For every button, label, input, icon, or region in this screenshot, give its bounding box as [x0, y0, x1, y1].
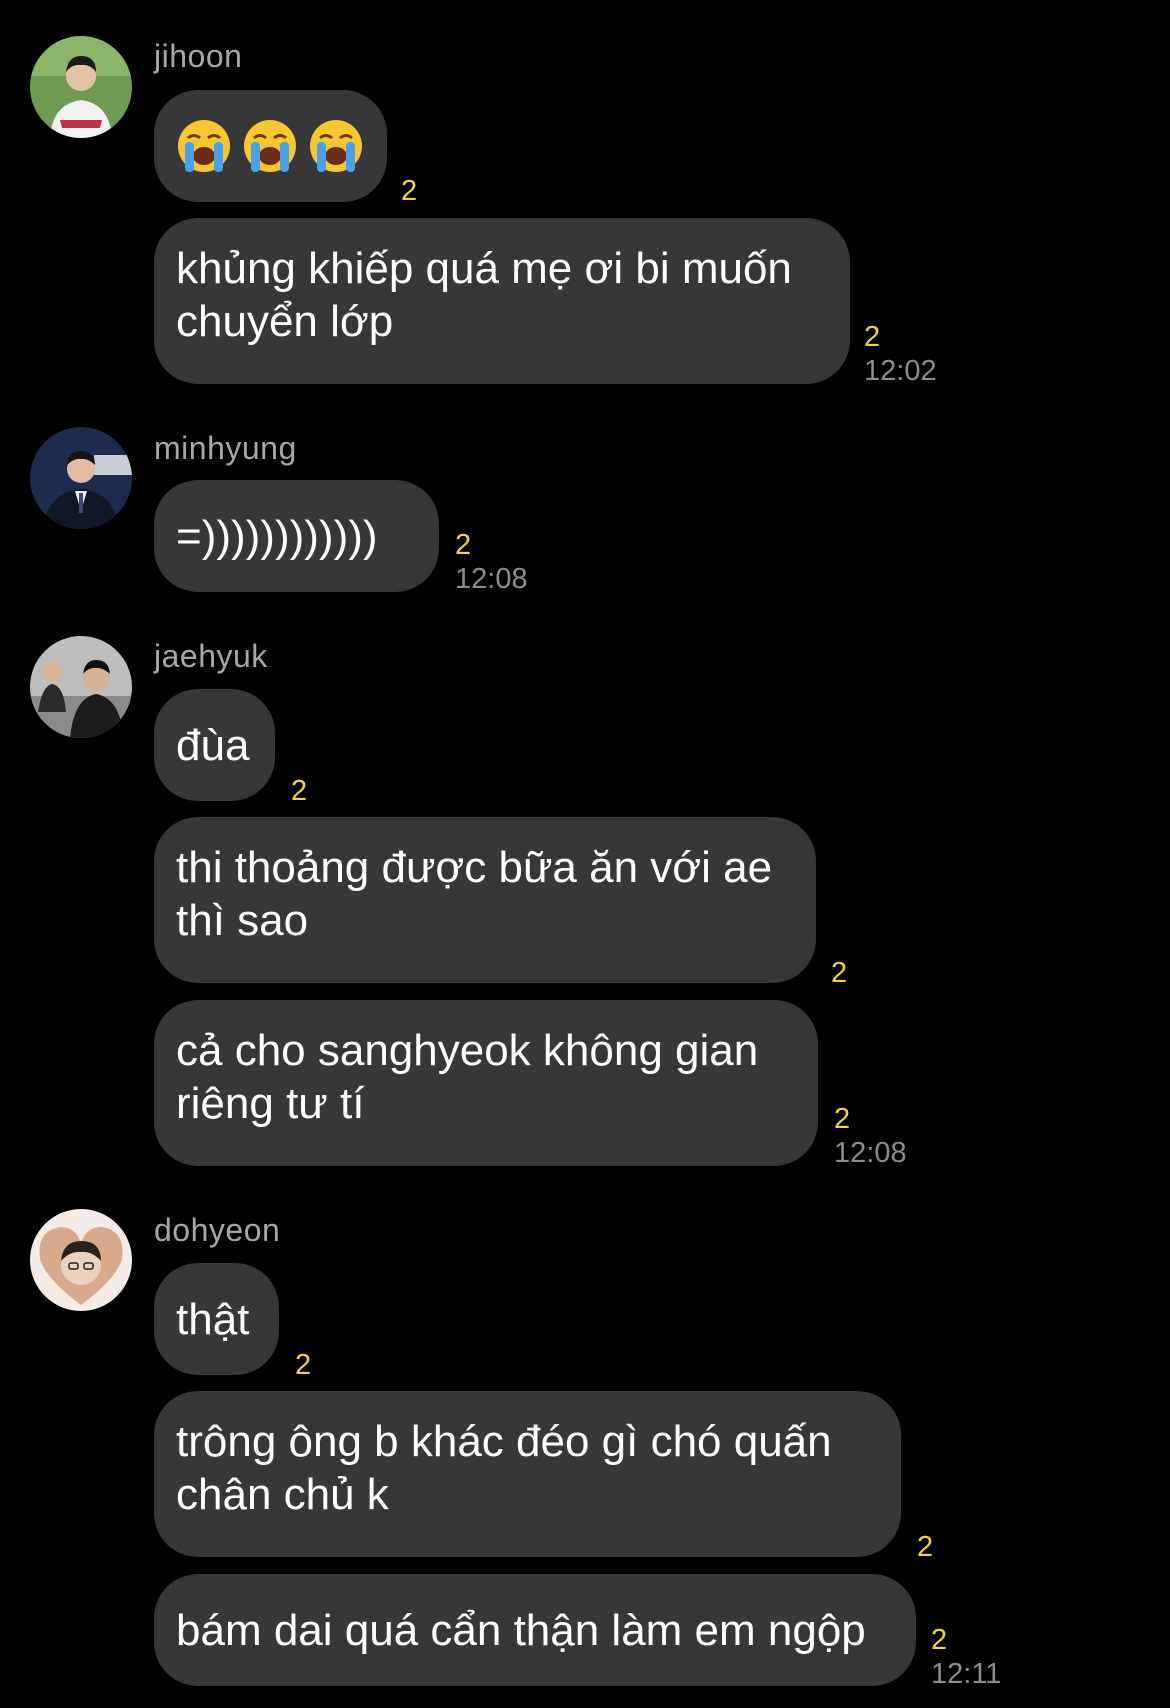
message-meta: 2 — [401, 174, 417, 208]
timestamp: 12:02 — [864, 355, 937, 387]
sender-name: dohyeon — [154, 1212, 281, 1248]
loudly-crying-face-icon — [178, 120, 230, 172]
unread-count: 2 — [401, 175, 418, 207]
message-meta: 2 — [917, 1530, 933, 1564]
unread-count: 2 — [831, 957, 848, 989]
unread-count: 2 — [295, 1349, 312, 1381]
unread-count: 2 — [291, 775, 308, 807]
message-bubble[interactable]: bám dai quá cẩn thận làm em ngộp — [154, 1574, 916, 1686]
message-meta: 2 — [291, 774, 307, 808]
message-bubble[interactable] — [154, 90, 387, 202]
sender-name: jihoon — [154, 38, 243, 74]
avatar-jaehyuk — [30, 636, 132, 738]
unread-count: 2 — [455, 529, 472, 561]
avatar-minhyung — [30, 427, 132, 529]
unread-count: 2 — [931, 1624, 948, 1656]
unread-count: 2 — [864, 321, 881, 353]
timestamp: 12:08 — [834, 1137, 907, 1169]
emoji-row — [176, 118, 364, 174]
unread-count: 2 — [834, 1103, 851, 1135]
message-bubble[interactable]: thật — [154, 1263, 279, 1375]
message-meta: 2 12:02 — [864, 320, 937, 388]
message-meta: 2 — [831, 956, 847, 990]
avatar[interactable] — [30, 636, 132, 738]
timestamp: 12:11 — [931, 1658, 1002, 1690]
message-bubble[interactable]: =)))))))))))) — [154, 480, 439, 592]
loudly-crying-face-icon — [244, 120, 296, 172]
message-bubble[interactable]: khủng khiếp quá mẹ ơi bi muốn chuyển lớp — [154, 218, 850, 384]
unread-count: 2 — [917, 1531, 934, 1563]
avatar[interactable] — [30, 36, 132, 138]
avatar-jihoon — [30, 36, 132, 138]
sender-name: minhyung — [154, 430, 297, 466]
avatar[interactable] — [30, 1209, 132, 1311]
timestamp: 12:08 — [455, 563, 528, 595]
message-meta: 2 12:08 — [455, 528, 528, 596]
message-meta: 2 12:11 — [931, 1623, 1001, 1691]
loudly-crying-face-icon — [310, 120, 362, 172]
message-meta: 2 — [295, 1348, 311, 1382]
sender-name: jaehyuk — [154, 638, 268, 674]
message-bubble[interactable]: thi thoảng được bữa ăn với ae thì sao — [154, 817, 816, 983]
avatar-dohyeon — [30, 1209, 132, 1311]
message-meta: 2 12:08 — [834, 1102, 907, 1170]
message-bubble[interactable]: cả cho sanghyeok không gian riêng tư tí — [154, 1000, 818, 1166]
message-bubble[interactable]: trông ông b khác đéo gì chó quấn chân ch… — [154, 1391, 901, 1557]
avatar[interactable] — [30, 427, 132, 529]
message-bubble[interactable]: đùa — [154, 689, 275, 801]
